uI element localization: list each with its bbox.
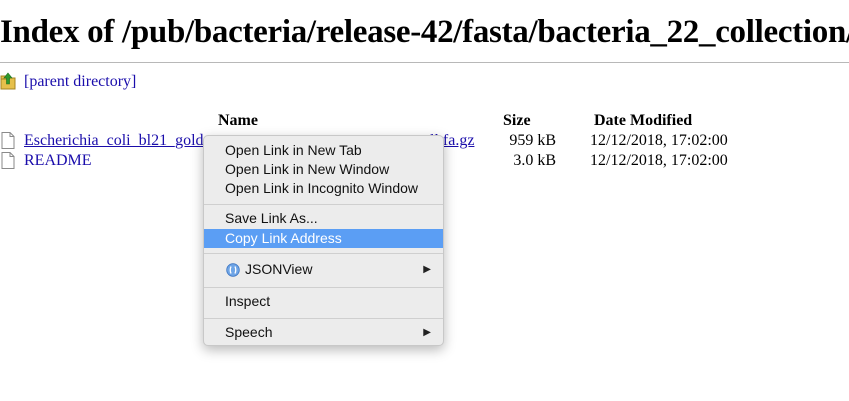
file-date: 12/12/2018, 17:02:00 [590,132,728,149]
menu-separator [204,318,443,319]
file-size: 959 kB [509,132,556,149]
header-divider [0,62,849,63]
menu-separator [204,204,443,205]
submenu-arrow-icon: ▶ [423,264,431,275]
page-title: Index of /pub/bacteria/release-42/fasta/… [0,14,849,50]
menu-separator [204,287,443,288]
menu-item-open-new-tab[interactable]: Open Link in New Tab [204,141,443,160]
menu-item-open-incognito[interactable]: Open Link in Incognito Window [204,179,443,198]
column-header-size[interactable]: Size [503,112,531,130]
folder-up-icon [0,72,16,90]
menu-item-label: Speech [225,324,273,340]
menu-item-inspect[interactable]: Inspect [204,292,443,311]
menu-item-copy-link-address[interactable]: Copy Link Address [204,229,443,248]
menu-item-jsonview[interactable]: JSONView ▶ [204,260,443,279]
menu-separator [204,253,443,254]
file-icon [1,152,15,169]
jsonview-icon [226,263,240,277]
file-icon [1,132,15,149]
file-date: 12/12/2018, 17:02:00 [590,152,728,169]
menu-item-speech[interactable]: Speech ▶ [204,323,443,342]
menu-item-open-new-window[interactable]: Open Link in New Window [204,160,443,179]
parent-directory-link[interactable]: [parent directory] [24,73,136,91]
column-header-date[interactable]: Date Modified [594,112,692,130]
file-link[interactable]: Escherichia_coli_bl21_gold [24,132,204,150]
menu-item-save-link-as[interactable]: Save Link As... [204,209,443,228]
submenu-arrow-icon: ▶ [423,327,431,338]
file-size: 3.0 kB [513,152,556,169]
menu-item-label: JSONView [245,261,313,277]
file-link[interactable]: README [24,152,92,170]
column-header-name[interactable]: Name [218,112,258,130]
context-menu: Open Link in New Tab Open Link in New Wi… [203,135,444,346]
